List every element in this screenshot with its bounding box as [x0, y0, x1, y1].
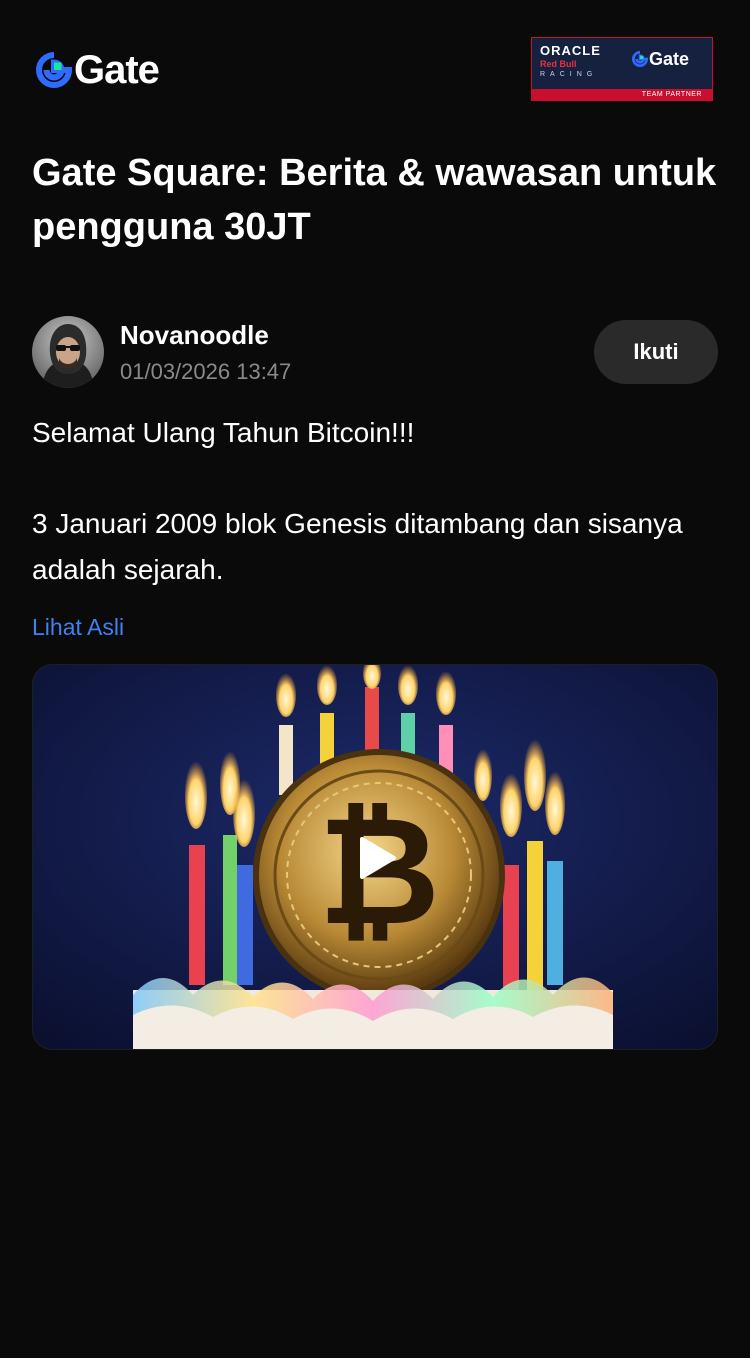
play-icon[interactable] — [353, 835, 399, 881]
gate-logo-small-icon — [632, 51, 648, 67]
post-author-row: Novanoodle 01/03/2026 13:47 Ikuti — [32, 316, 718, 388]
logo-text: Gate — [74, 48, 160, 92]
team-partner-text: TEAM PARTNER — [641, 91, 702, 98]
team-partner-strip: TEAM PARTNER — [532, 89, 712, 100]
partner-gate-logo: Gate — [632, 50, 689, 68]
racing-text: RACING — [540, 71, 598, 78]
gate-logo[interactable]: Gate — [36, 48, 160, 92]
post-paragraph: 3 Januari 2009 blok Genesis ditambang da… — [32, 508, 683, 585]
post-timestamp: 01/03/2026 13:47 — [120, 359, 292, 384]
avatar-image — [32, 316, 104, 388]
avatar[interactable] — [32, 316, 104, 388]
gate-logo-icon — [36, 52, 72, 88]
page-title: Gate Square: Berita & wawasan untuk peng… — [32, 152, 717, 248]
post-paragraph: Selamat Ulang Tahun Bitcoin!!! — [32, 417, 415, 448]
partner-gate-text: Gate — [649, 49, 690, 69]
view-original-link[interactable]: Lihat Asli — [32, 612, 124, 642]
header: Gate ORACLE Red Bull RACING Gate TEAM PA… — [0, 0, 750, 140]
post-body: Selamat Ulang Tahun Bitcoin!!! 3 Januari… — [32, 410, 718, 593]
follow-button[interactable]: Ikuti — [594, 320, 718, 384]
author-name[interactable]: Novanoodle — [120, 320, 269, 350]
oracle-redbull-racing-logo: ORACLE Red Bull RACING — [540, 44, 620, 84]
video-thumbnail[interactable]: ₿ — [32, 664, 718, 1050]
oracle-text: ORACLE — [540, 43, 601, 58]
redbull-text: Red Bull — [540, 59, 577, 69]
team-partner-badge[interactable]: ORACLE Red Bull RACING Gate TEAM PARTNER — [531, 37, 713, 101]
